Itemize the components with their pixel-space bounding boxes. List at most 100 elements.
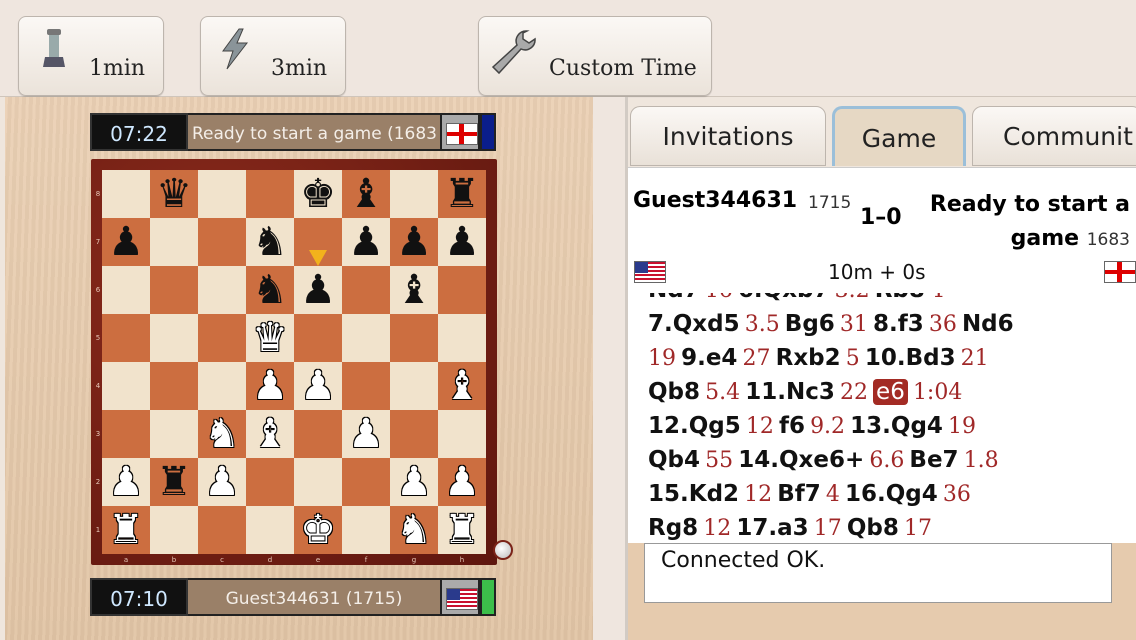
square-c2[interactable]: ♟ [198,458,246,506]
square-g1[interactable]: ♞ [390,506,438,554]
square-c6[interactable] [198,266,246,314]
white-king-icon[interactable]: ♚ [300,510,336,550]
square-a2[interactable]: ♟ [102,458,150,506]
black-rook-icon[interactable]: ♜ [444,174,480,214]
black-knight-icon[interactable]: ♞ [252,270,288,310]
square-d5[interactable]: ♛ [246,314,294,362]
square-h1[interactable]: ♜ [438,506,486,554]
square-d7[interactable]: ♞ [246,218,294,266]
square-h5[interactable] [438,314,486,362]
move[interactable]: 17.a3 [736,515,808,541]
white-pawn-icon[interactable]: ♟ [444,462,480,502]
move[interactable]: Be7 [909,447,958,473]
square-h7[interactable]: ♟ [438,218,486,266]
move[interactable]: 12.Qg5 [648,413,741,439]
custom-time-button[interactable]: Custom Time [478,16,712,96]
square-f6[interactable] [342,266,390,314]
move[interactable]: 9.e4 [681,345,737,371]
square-f3[interactable]: ♟ [342,410,390,458]
square-a6[interactable] [102,266,150,314]
square-c5[interactable] [198,314,246,362]
square-b4[interactable] [150,362,198,410]
square-a8[interactable] [102,170,150,218]
square-c8[interactable] [198,170,246,218]
square-d3[interactable]: ♝ [246,410,294,458]
square-g7[interactable]: ♟ [390,218,438,266]
square-h4[interactable]: ♝ [438,362,486,410]
square-e4[interactable]: ♟ [294,362,342,410]
white-pawn-icon[interactable]: ♟ [396,462,432,502]
square-a1[interactable]: ♜ [102,506,150,554]
square-g6[interactable]: ♝ [390,266,438,314]
move[interactable]: Rg8 [648,515,698,541]
square-d8[interactable] [246,170,294,218]
black-knight-icon[interactable]: ♞ [252,222,288,262]
board-resize-handle[interactable] [493,540,513,560]
square-d1[interactable] [246,506,294,554]
square-e5[interactable] [294,314,342,362]
square-b1[interactable] [150,506,198,554]
move[interactable]: Bf7 [777,481,821,507]
square-e2[interactable] [294,458,342,506]
move[interactable]: Bg6 [785,311,835,337]
white-pawn-icon[interactable]: ♟ [252,366,288,406]
move[interactable]: 13.Qg4 [850,413,943,439]
black-rook-icon[interactable]: ♜ [156,462,192,502]
black-bishop-icon[interactable]: ♝ [348,174,384,214]
square-e3[interactable] [294,410,342,458]
tab-community[interactable]: Communit [972,106,1136,166]
move-list[interactable]: Nd7 16 6.Qxb7 3.2 Rb8 47.Qxd5 3.5 Bg6 31… [628,293,1136,543]
square-g8[interactable] [390,170,438,218]
3min-button[interactable]: 3min [200,16,346,96]
square-h2[interactable]: ♟ [438,458,486,506]
square-h6[interactable] [438,266,486,314]
square-e8[interactable]: ♚ [294,170,342,218]
square-b7[interactable] [150,218,198,266]
move[interactable]: 15.Kd2 [648,481,739,507]
square-b2[interactable]: ♜ [150,458,198,506]
move[interactable]: Nd6 [962,311,1014,337]
white-bishop-icon[interactable]: ♝ [252,414,288,454]
tab-game[interactable]: Game [832,106,966,166]
square-a7[interactable]: ♟ [102,218,150,266]
square-c3[interactable]: ♞ [198,410,246,458]
white-knight-icon[interactable]: ♞ [396,510,432,550]
square-f8[interactable]: ♝ [342,170,390,218]
white-pawn-icon[interactable]: ♟ [300,366,336,406]
move[interactable]: 6.Qxb7 [738,293,830,303]
black-pawn-icon[interactable]: ♟ [300,270,336,310]
move[interactable]: Rxb2 [776,345,841,371]
square-f4[interactable] [342,362,390,410]
square-d4[interactable]: ♟ [246,362,294,410]
square-a3[interactable] [102,410,150,458]
move[interactable]: Qb8 [648,379,700,405]
square-g3[interactable] [390,410,438,458]
black-pawn-icon[interactable]: ♟ [348,222,384,262]
black-pawn-icon[interactable]: ♟ [108,222,144,262]
move[interactable]: Nd7 [648,293,700,303]
square-b8[interactable]: ♛ [150,170,198,218]
white-bishop-icon[interactable]: ♝ [444,366,480,406]
black-queen-icon[interactable]: ♛ [156,174,192,214]
black-king-icon[interactable]: ♚ [300,174,336,214]
square-a5[interactable] [102,314,150,362]
black-bishop-icon[interactable]: ♝ [396,270,432,310]
square-h3[interactable] [438,410,486,458]
move[interactable]: f6 [779,413,805,439]
white-knight-icon[interactable]: ♞ [204,414,240,454]
square-f7[interactable]: ♟ [342,218,390,266]
white-pawn-icon[interactable]: ♟ [108,462,144,502]
white-rook-icon[interactable]: ♜ [108,510,144,550]
square-c1[interactable] [198,506,246,554]
move[interactable]: Qb4 [648,447,700,473]
square-a4[interactable] [102,362,150,410]
black-pawn-icon[interactable]: ♟ [444,222,480,262]
square-e1[interactable]: ♚ [294,506,342,554]
move[interactable]: 8.f3 [873,311,924,337]
square-g2[interactable]: ♟ [390,458,438,506]
black-pawn-icon[interactable]: ♟ [396,222,432,262]
move[interactable]: 10.Bd3 [865,345,956,371]
square-h8[interactable]: ♜ [438,170,486,218]
square-g4[interactable] [390,362,438,410]
tab-invitations[interactable]: Invitations [630,106,826,166]
